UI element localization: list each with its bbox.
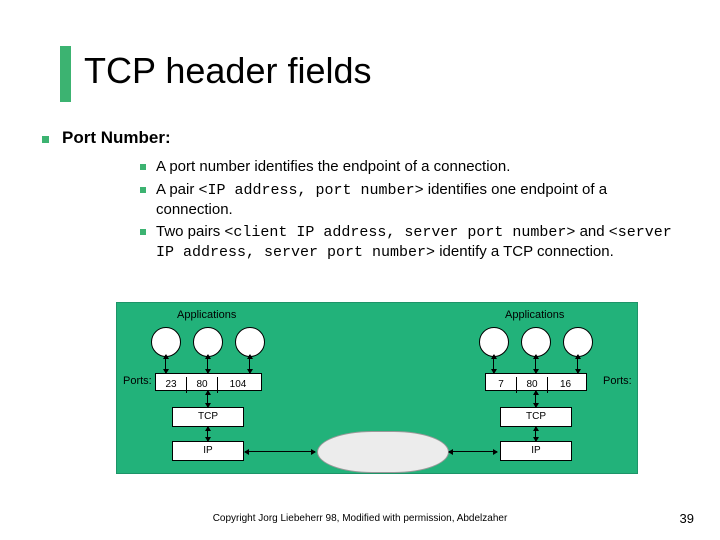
connector-icon	[165, 355, 166, 373]
section-heading: Port Number:	[62, 128, 171, 148]
app-node-icon	[563, 327, 593, 357]
port-cell: 80	[187, 377, 218, 393]
port-cell: 16	[548, 377, 583, 393]
list-item: Two pairs <client IP address, server por…	[140, 223, 678, 263]
connector-icon	[207, 427, 208, 441]
connector-icon	[535, 391, 536, 407]
port-cell: 7	[486, 377, 517, 393]
list-item: A port number identifies the endpoint of…	[140, 158, 678, 177]
port-row-right: 78016	[485, 373, 587, 391]
connector-icon	[245, 451, 315, 452]
port-cell: 23	[156, 377, 187, 393]
connector-icon	[207, 391, 208, 407]
app-node-icon	[151, 327, 181, 357]
connector-icon	[535, 427, 536, 441]
connector-icon	[577, 355, 578, 373]
tcp-box-right: TCP	[500, 407, 572, 427]
port-cell: 104	[218, 377, 258, 393]
app-node-icon	[193, 327, 223, 357]
connector-icon	[249, 355, 250, 373]
port-row-left: 2380104	[155, 373, 262, 391]
code: <client IP address, server port number>	[224, 224, 575, 241]
app-node-icon	[521, 327, 551, 357]
page-number: 39	[680, 511, 694, 526]
bullet-square-icon	[42, 136, 49, 143]
label-ports-left: Ports:	[123, 375, 152, 387]
text: and	[575, 223, 608, 240]
list-item: A pair <IP address, port number> identif…	[140, 181, 678, 220]
connector-icon	[493, 355, 494, 373]
app-node-icon	[479, 327, 509, 357]
app-node-icon	[235, 327, 265, 357]
tcp-box-left: TCP	[172, 407, 244, 427]
connector-icon	[449, 451, 497, 452]
slide-title: TCP header fields	[84, 50, 372, 92]
bullet-list: A port number identifies the endpoint of…	[140, 158, 678, 267]
network-cloud-icon	[317, 431, 449, 473]
label-applications-left: Applications	[177, 309, 236, 321]
text: A port number identifies the endpoint of…	[156, 158, 510, 175]
text: A pair	[156, 181, 199, 198]
connector-icon	[535, 355, 536, 373]
label-applications-right: Applications	[505, 309, 564, 321]
ip-box-left: IP	[172, 441, 244, 461]
label-ports-right: Ports:	[603, 375, 632, 387]
code: <IP address, port number>	[199, 182, 424, 199]
connector-icon	[207, 355, 208, 373]
tcp-stack-diagram: Applications Applications Ports: 2380104…	[116, 302, 638, 474]
ip-box-right: IP	[500, 441, 572, 461]
footer-copyright: Copyright Jorg Liebeherr 98, Modified wi…	[0, 513, 720, 524]
text: identify a TCP connection.	[435, 243, 614, 260]
text: Two pairs	[156, 223, 224, 240]
title-accent	[60, 46, 71, 102]
